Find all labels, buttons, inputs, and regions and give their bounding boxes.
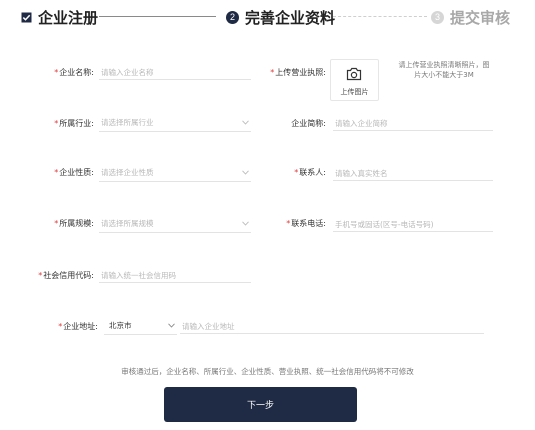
chevron-down-icon xyxy=(242,221,249,226)
required-mark: * xyxy=(38,271,43,280)
nature-select-placeholder: 请选择企业性质 xyxy=(101,168,154,177)
step-2: 2 完善企业资料 xyxy=(226,7,335,28)
upload-hint: 请上传营业执照清晰照片，图片大小不能大于3M xyxy=(398,61,490,79)
city-select-value: 北京市 xyxy=(109,321,132,330)
step-connector-1 xyxy=(99,16,216,17)
required-mark: * xyxy=(286,219,291,228)
step-connector-2 xyxy=(333,16,427,17)
credit-code-label: *社会信用代码: xyxy=(38,271,94,280)
required-mark: * xyxy=(54,168,59,177)
industry-select[interactable]: 请选择所属行业 xyxy=(99,116,251,132)
required-mark: * xyxy=(54,219,59,228)
credit-code-input[interactable] xyxy=(99,268,251,283)
next-step-button[interactable]: 下一步 xyxy=(164,387,357,422)
chevron-down-icon xyxy=(242,170,249,175)
scale-select-placeholder: 请选择所属规模 xyxy=(101,219,154,228)
phone-label: *联系电话: xyxy=(286,219,326,228)
step-indicator: 企业注册 2 完善企业资料 3 提交审核 xyxy=(0,0,535,36)
chevron-down-icon xyxy=(168,323,175,328)
checkbox-checked-icon xyxy=(21,12,32,23)
company-name-input[interactable] xyxy=(99,65,251,80)
short-name-input[interactable] xyxy=(333,116,493,131)
step-3-number: 3 xyxy=(431,11,444,24)
nature-label: *企业性质: xyxy=(54,168,94,177)
license-label: *上传营业执照: xyxy=(270,68,326,77)
phone-input[interactable] xyxy=(333,217,493,232)
required-mark: * xyxy=(54,119,59,128)
nature-select[interactable]: 请选择企业性质 xyxy=(99,166,251,182)
required-mark: * xyxy=(294,168,299,177)
step-3-label: 提交审核 xyxy=(450,9,511,27)
edit-restriction-notice: 审核通过后，企业名称、所属行业、企业性质、营业执照、统一社会信用代码将不可修改 xyxy=(121,367,414,376)
step-2-number: 2 xyxy=(226,11,239,24)
chevron-down-icon xyxy=(242,120,249,125)
contact-input[interactable] xyxy=(333,166,493,181)
step-1-label: 企业注册 xyxy=(38,9,99,27)
short-name-label: 企业简称: xyxy=(291,119,326,128)
upload-label: 上传图片 xyxy=(340,88,369,96)
contact-label: *联系人: xyxy=(294,168,326,177)
step-1: 企业注册 xyxy=(21,7,98,28)
required-mark: * xyxy=(58,322,63,331)
camera-icon xyxy=(346,67,362,81)
scale-select[interactable]: 请选择所属规模 xyxy=(99,217,251,233)
license-upload-button[interactable]: 上传图片 xyxy=(330,59,379,101)
required-mark: * xyxy=(54,68,59,77)
required-mark: * xyxy=(270,68,275,77)
industry-label: *所属行业: xyxy=(54,119,94,128)
address-input[interactable] xyxy=(180,319,484,334)
city-select[interactable]: 北京市 xyxy=(104,319,177,335)
scale-label: *所属规模: xyxy=(54,219,94,228)
address-label: *企业地址: xyxy=(58,322,98,331)
step-2-label: 完善企业资料 xyxy=(245,9,336,27)
step-3: 3 提交审核 xyxy=(431,7,510,28)
industry-select-placeholder: 请选择所属行业 xyxy=(101,118,154,127)
company-name-label: *企业名称: xyxy=(54,68,94,77)
